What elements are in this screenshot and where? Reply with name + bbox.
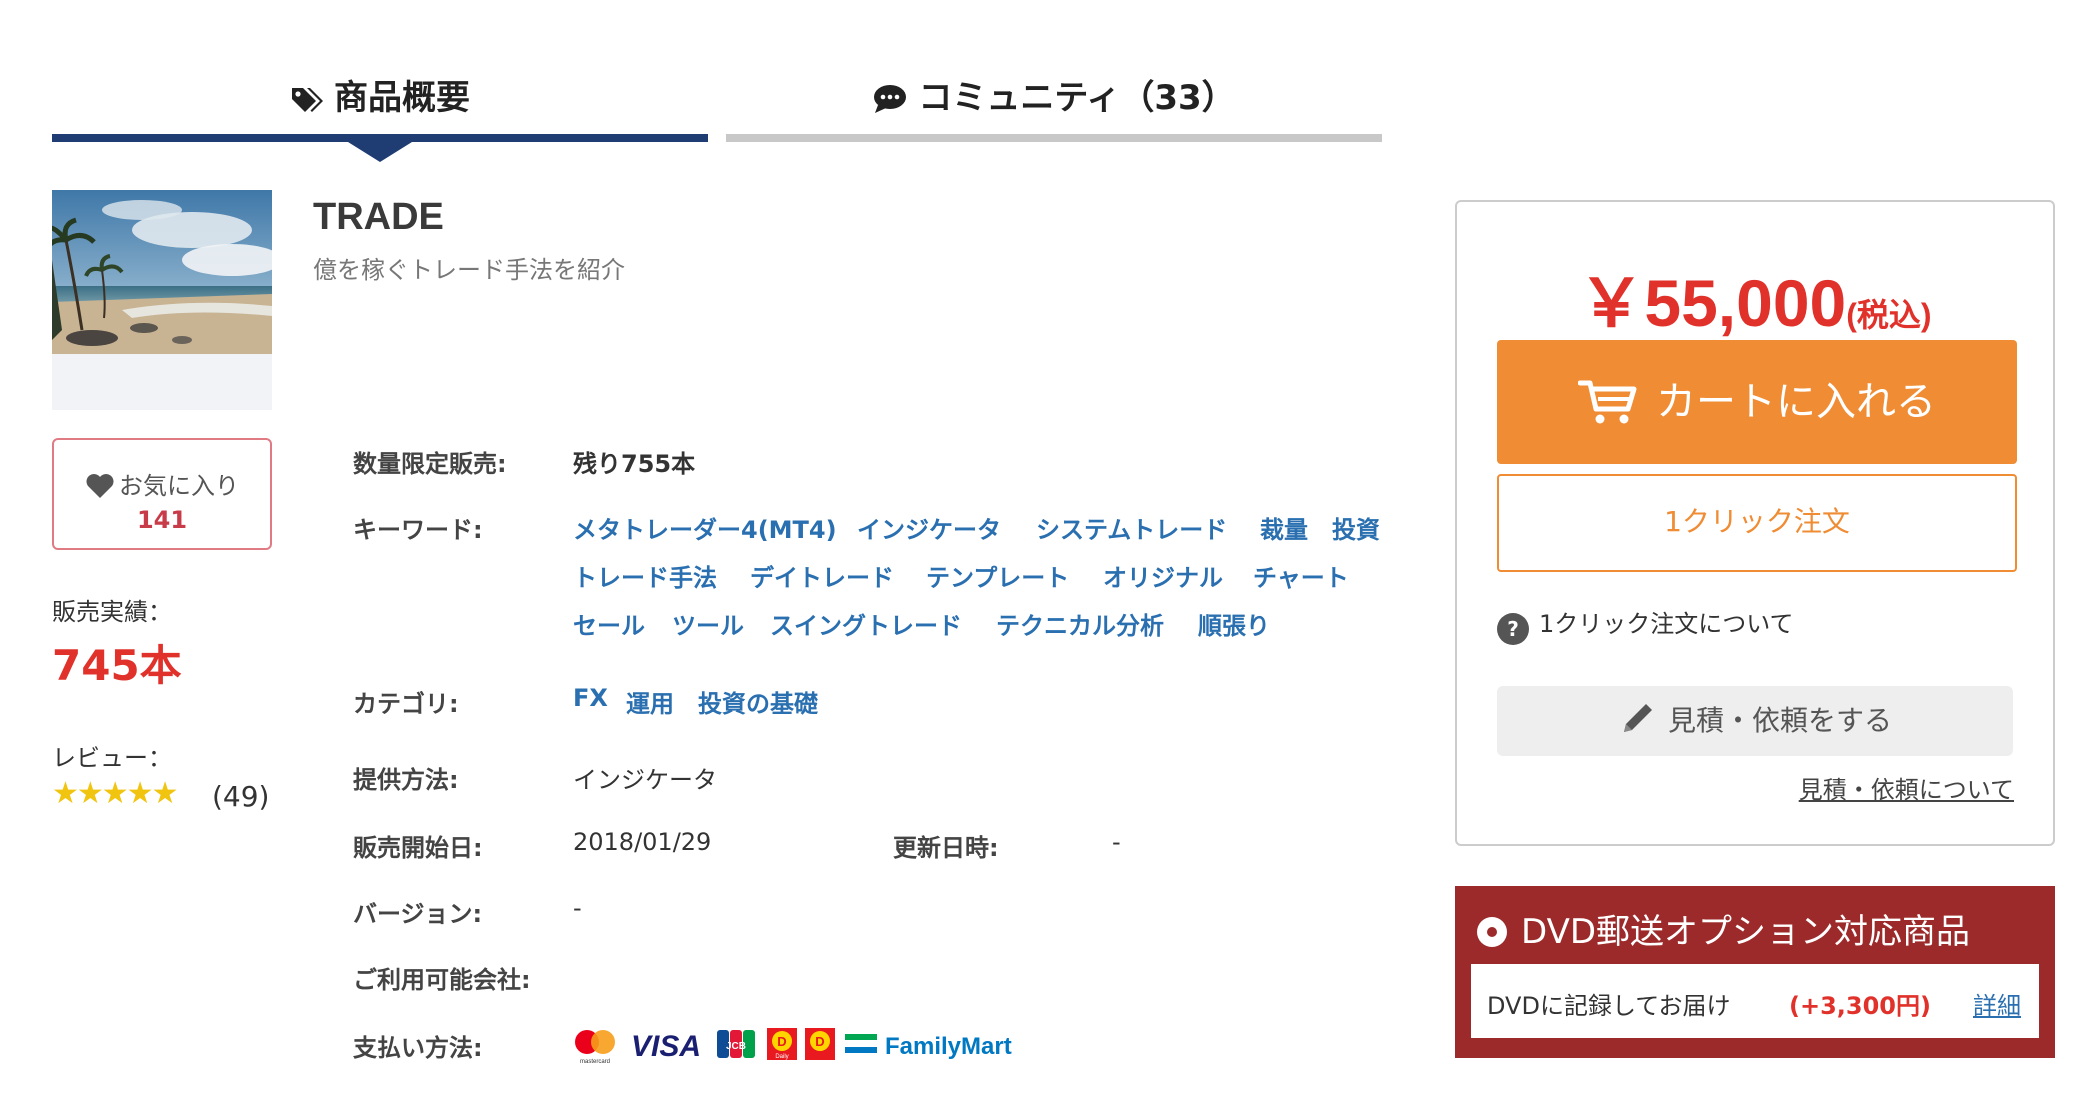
delivery-label: 提供方法:	[353, 766, 459, 794]
quote-button-label: 見積・依頼をする	[1667, 704, 1892, 737]
updated-value: -	[1112, 828, 1121, 856]
updated-label: 更新日時:	[893, 834, 999, 862]
review-label: レビュー：	[52, 744, 172, 772]
tab-inactive-bar	[726, 134, 1382, 142]
sales-label: 販売実績：	[52, 598, 172, 626]
tab-active-bar	[52, 134, 708, 142]
limited-label: 数量限定販売:	[353, 450, 507, 478]
quote-info-link[interactable]: 見積・依頼について	[1799, 770, 2014, 805]
dvd-price: (+3,300円)	[1789, 992, 1931, 1020]
dvd-text: DVDに記録してお届け	[1487, 992, 1731, 1020]
product-thumbnail[interactable]	[52, 190, 272, 410]
svg-text:JCB: JCB	[726, 1041, 746, 1052]
keyword-link[interactable]: トレード手法	[573, 558, 717, 593]
pencil-icon	[1623, 704, 1652, 732]
keyword-link[interactable]: 投資	[1332, 510, 1380, 545]
version-value: -	[573, 894, 582, 922]
disc-icon	[1477, 917, 1507, 947]
keyword-link[interactable]: システムトレード	[1036, 510, 1227, 545]
cart-button-label: カートに入れる	[1656, 379, 1936, 425]
svg-text:mastercard: mastercard	[580, 1059, 610, 1065]
category-link[interactable]: 投資の基礎	[698, 684, 818, 719]
review-count[interactable]: (49)	[212, 780, 269, 813]
yamazaki-icon: D	[805, 1028, 835, 1060]
svg-text:D: D	[815, 1034, 824, 1049]
keyword-link[interactable]: 順張り	[1198, 606, 1270, 641]
price-amount: ￥55,000	[1578, 266, 1847, 340]
familymart-icon: FamilyMart	[845, 1033, 1012, 1060]
question-icon: ?	[1497, 613, 1529, 645]
payment-label: 支払い方法:	[353, 1034, 483, 1062]
keyword-link[interactable]: テンプレート	[926, 558, 1069, 593]
svg-text:D: D	[777, 1034, 786, 1049]
keyword-link[interactable]: スイングトレード	[770, 606, 962, 641]
comment-icon	[874, 85, 907, 113]
delivery-value: インジケータ	[573, 766, 717, 794]
category-link[interactable]: 運用	[626, 684, 674, 719]
svg-text:FamilyMart: FamilyMart	[885, 1033, 1012, 1060]
quote-request-button[interactable]: 見積・依頼をする	[1497, 686, 2013, 756]
sales-value: 745本	[52, 641, 182, 690]
one-click-help-link[interactable]: ? 1クリック注文について	[1497, 604, 1794, 645]
keyword-link[interactable]: インジケータ	[857, 510, 1001, 545]
tab-active-pointer	[348, 142, 412, 162]
heart-icon	[86, 474, 114, 498]
dvd-option-body: DVDに記録してお届け (+3,300円) 詳細	[1471, 964, 2039, 1038]
keyword-link[interactable]: デイトレード	[750, 558, 894, 593]
keyword-link[interactable]: テクニカル分析	[996, 606, 1164, 641]
payment-methods: mastercard VISA JCB D Daily D FamilyMart	[573, 1026, 1053, 1065]
keyword-link[interactable]: チャート	[1253, 558, 1349, 593]
keyword-link[interactable]: セール	[573, 606, 645, 641]
mastercard-icon: mastercard	[575, 1030, 615, 1065]
tags-icon	[292, 88, 323, 112]
svg-text:VISA: VISA	[631, 1030, 701, 1063]
cart-icon	[1577, 380, 1637, 424]
start-date-value: 2018/01/29	[573, 828, 712, 856]
price-tax-note: (税込)	[1846, 297, 1932, 333]
beach-image	[52, 190, 272, 354]
category-link[interactable]: FX	[573, 684, 608, 712]
keyword-link[interactable]: ツール	[672, 606, 744, 641]
review-stars[interactable]: ★★★★★	[52, 776, 178, 811]
product-title: TRADE	[313, 196, 444, 238]
dvd-title: DVD郵送オプション対応商品	[1521, 912, 1971, 952]
tab-overview-label: 商品概要	[334, 78, 470, 118]
one-click-help-label: 1クリック注文について	[1539, 610, 1794, 638]
favorite-count: 141	[136, 506, 188, 534]
tab-community[interactable]: コミュニティ（33）	[726, 60, 1382, 142]
tab-community-label: コミュニティ（33）	[918, 78, 1236, 118]
dvd-details-link[interactable]: 詳細	[1973, 986, 2021, 1021]
version-label: バージョン:	[353, 900, 483, 928]
jcb-icon: JCB	[717, 1030, 755, 1058]
keyword-link[interactable]: メタトレーダー4(MT4)	[573, 510, 837, 545]
keyword-link[interactable]: オリジナル	[1103, 558, 1223, 593]
one-click-order-button[interactable]: 1クリック注文	[1497, 474, 2017, 572]
dvd-option-panel: DVD郵送オプション対応商品 DVDに記録してお届け (+3,300円) 詳細	[1455, 886, 2055, 1058]
keywords-label: キーワード:	[353, 516, 483, 544]
price: ￥55,000(税込)	[1457, 250, 2053, 346]
category-label: カテゴリ:	[353, 690, 459, 718]
svg-text:Daily: Daily	[775, 1054, 788, 1060]
visa-icon: VISA	[631, 1030, 701, 1063]
company-label: ご利用可能会社:	[353, 966, 531, 994]
start-date-label: 販売開始日:	[353, 834, 483, 862]
keyword-link[interactable]: 裁量	[1260, 510, 1308, 545]
favorite-button[interactable]: お気に入り 141	[52, 438, 272, 550]
favorite-label: お気に入り	[119, 472, 239, 500]
add-to-cart-button[interactable]: カートに入れる	[1497, 340, 2017, 464]
product-subtitle: 億を稼ぐトレード手法を紹介	[313, 256, 625, 284]
tab-overview[interactable]: 商品概要	[52, 60, 708, 142]
limited-value: 残り755本	[573, 450, 696, 478]
daily-yamazaki-icon: D Daily	[767, 1028, 797, 1060]
